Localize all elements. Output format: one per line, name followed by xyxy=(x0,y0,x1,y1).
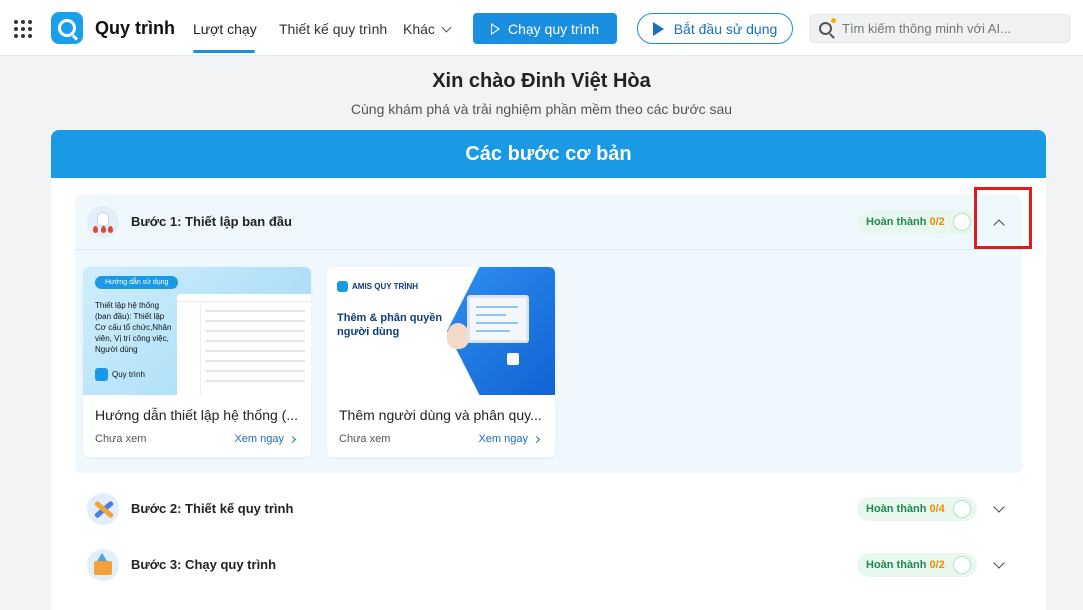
thumbnail-text: Thiết lập hệ thống (ban đầu): Thiết lập … xyxy=(95,301,172,354)
step-1-header[interactable]: Bước 1: Thiết lập ban đầu Hoàn thành 0/2 xyxy=(75,194,1022,250)
step-2-panel: Bước 2: Thiết kế quy trình Hoàn thành 0/… xyxy=(75,481,1022,537)
progress-circle-icon xyxy=(953,213,971,231)
watch-now-link[interactable]: Xem ngay xyxy=(478,433,541,445)
design-tools-icon xyxy=(87,493,119,525)
chevron-down-icon[interactable] xyxy=(993,557,1005,569)
status-label: Hoàn thành xyxy=(866,559,927,571)
tutorial-title: Hướng dẫn thiết lập hệ thống (... xyxy=(95,407,299,423)
ai-search-icon xyxy=(819,18,836,35)
get-started-button[interactable]: Bắt đầu sử dụng xyxy=(637,13,793,44)
app-logo-icon xyxy=(95,368,108,381)
tab-process-design[interactable]: Thiết kế quy trình xyxy=(279,21,387,37)
greeting-title: Xin chào Đinh Việt Hòa xyxy=(432,70,651,92)
step-3-header[interactable]: Bước 3: Chạy quy trình Hoàn thành 0/2 xyxy=(75,537,1022,593)
section-title: Các bước cơ bản xyxy=(51,130,1046,178)
play-icon xyxy=(652,21,664,36)
thumbnail-text: Thêm & phân quyền người dùng xyxy=(337,312,443,338)
status-count: 0/4 xyxy=(929,503,945,515)
tutorial-thumbnail: Hướng dẫn sử dụng Thiết lập hệ thống (ba… xyxy=(83,267,311,395)
thumbnail-brand: AMIS QUY TRÌNH xyxy=(337,281,418,292)
step-3-panel: Bước 3: Chạy quy trình Hoàn thành 0/2 xyxy=(75,537,1022,593)
step-3-label: Bước 3: Chạy quy trình xyxy=(131,557,277,572)
step-3-status-badge: Hoàn thành 0/2 xyxy=(857,553,977,577)
tutorial-title: Thêm người dùng và phân quy... xyxy=(339,407,542,423)
tutorial-thumbnail: AMIS QUY TRÌNH Thêm & phân quyền người d… xyxy=(327,267,555,395)
status-count: 0/2 xyxy=(929,559,945,571)
tutorial-status: Chưa xem xyxy=(95,433,147,445)
status-label: Hoàn thành xyxy=(866,503,927,515)
chevron-down-icon[interactable] xyxy=(993,501,1005,513)
chevron-right-icon xyxy=(288,435,297,443)
step-1-status-badge: Hoàn thành 0/2 xyxy=(857,210,977,234)
step-2-status-badge: Hoàn thành 0/4 xyxy=(857,497,977,521)
thumbnail-pill: Hướng dẫn sử dụng xyxy=(95,276,179,289)
screenshot-preview xyxy=(177,294,311,395)
tutorial-status: Chưa xem xyxy=(339,433,391,445)
tab-more[interactable]: Khác xyxy=(403,21,452,37)
rocket-icon xyxy=(87,206,119,238)
step-2-header[interactable]: Bước 2: Thiết kế quy trình Hoàn thành 0/… xyxy=(75,481,1022,537)
progress-circle-icon xyxy=(953,556,971,574)
step-1-panel: Bước 1: Thiết lập ban đầu Hoàn thành 0/2… xyxy=(75,194,1022,473)
tab-more-label: Khác xyxy=(403,21,435,37)
app-logo-icon[interactable] xyxy=(51,12,83,44)
app-grid-icon[interactable] xyxy=(14,20,32,38)
tab-runs[interactable]: Lượt chạy xyxy=(193,21,257,37)
status-label: Hoàn thành xyxy=(866,216,927,228)
highlight-annotation xyxy=(974,187,1032,249)
monitor-illustration xyxy=(467,295,529,343)
watch-now-label: Xem ngay xyxy=(478,433,528,445)
chevron-right-icon xyxy=(532,435,541,443)
top-nav-bar: Quy trình Lượt chạy Thiết kế quy trình K… xyxy=(0,0,1083,56)
run-process-button[interactable]: Chạy quy trình xyxy=(473,13,617,44)
tutorial-card-users[interactable]: AMIS QUY TRÌNH Thêm & phân quyền người d… xyxy=(327,267,555,457)
progress-circle-icon xyxy=(953,500,971,518)
status-count: 0/2 xyxy=(929,216,945,228)
watch-now-link[interactable]: Xem ngay xyxy=(234,433,297,445)
thumbnail-brand-label: AMIS QUY TRÌNH xyxy=(352,282,419,291)
app-title: Quy trình xyxy=(95,18,175,38)
greeting-subtitle: Cùng khám phá và trải nghiệm phần mềm th… xyxy=(350,101,733,117)
basic-steps-card: Các bước cơ bản Bước 1: Thiết lập ban đầ… xyxy=(51,130,1046,610)
app-logo-icon xyxy=(337,281,348,292)
run-process-label: Chạy quy trình xyxy=(507,20,600,37)
play-outline-icon xyxy=(490,22,500,35)
chevron-down-icon xyxy=(441,22,452,33)
active-tab-underline xyxy=(193,50,255,53)
search-input[interactable] xyxy=(842,21,1062,36)
thumbnail-brand: Quy trình xyxy=(95,368,145,381)
step-2-label: Bước 2: Thiết kế quy trình xyxy=(131,501,294,516)
ai-search-box[interactable] xyxy=(810,14,1070,43)
get-started-label: Bắt đầu sử dụng xyxy=(673,20,778,37)
watch-now-label: Xem ngay xyxy=(234,433,284,445)
step-1-label: Bước 1: Thiết lập ban đầu xyxy=(131,214,292,229)
thumbnail-brand-label: Quy trình xyxy=(112,370,145,379)
box-arrow-icon xyxy=(87,549,119,581)
tutorial-card-setup[interactable]: Hướng dẫn sử dụng Thiết lập hệ thống (ba… xyxy=(83,267,311,457)
